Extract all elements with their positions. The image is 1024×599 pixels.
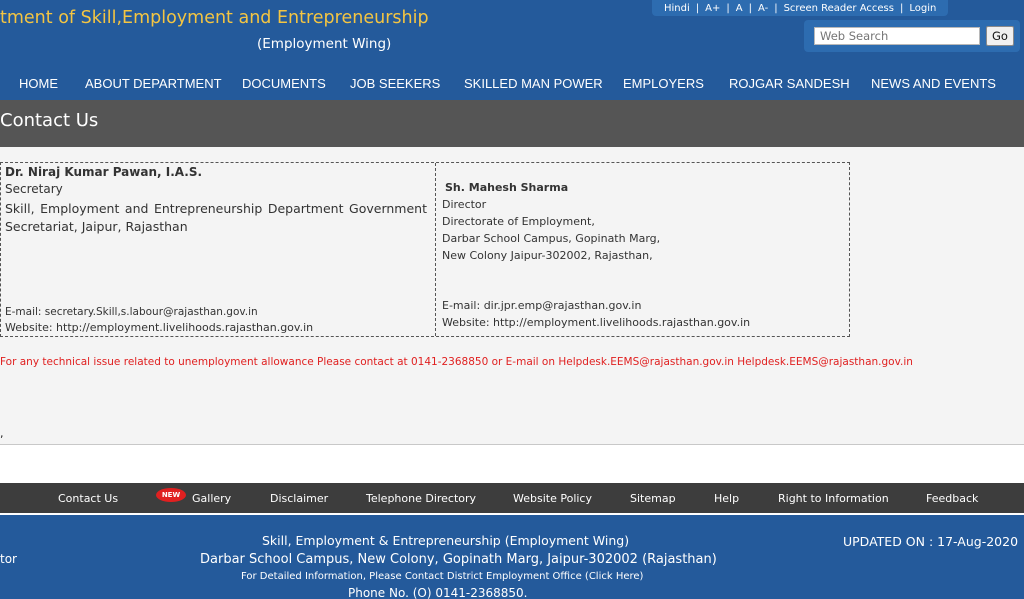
footer-telephone-directory[interactable]: Telephone Directory [366, 492, 476, 505]
contact-designation: Director [442, 198, 487, 211]
contact-divider [435, 163, 436, 336]
footer-left-fragment: tor [0, 552, 17, 566]
contact-card-secretary: Dr. Niraj Kumar Pawan, I.A.S. Secretary … [5, 163, 429, 336]
font-increase-link[interactable]: A+ [699, 3, 726, 14]
contact-card-director: Sh. Mahesh Sharma Director Directorate o… [442, 163, 842, 336]
nav-documents[interactable]: DOCUMENTS [242, 76, 326, 91]
contact-address-line: New Colony Jaipur-302002, Rajasthan, [442, 249, 653, 262]
stray-mark: , [0, 427, 4, 440]
contacts-table: Dr. Niraj Kumar Pawan, I.A.S. Secretary … [0, 162, 850, 337]
contact-designation: Secretary [5, 182, 63, 196]
main-content: Dr. Niraj Kumar Pawan, I.A.S. Secretary … [0, 147, 1024, 445]
nav-home[interactable]: HOME [19, 76, 58, 91]
search-input[interactable] [814, 27, 980, 45]
footer-org-name: Skill, Employment & Entrepreneurship (Em… [262, 533, 630, 548]
footer-address: Darbar School Campus, New Colony, Gopina… [200, 552, 717, 567]
contact-address-line: Darbar School Campus, Gopinath Marg, [442, 232, 661, 245]
nav-rojgar-sandesh[interactable]: ROJGAR SANDESH [729, 76, 850, 91]
hindi-link[interactable]: Hindi [658, 3, 696, 14]
contact-address-line: Directorate of Employment, [442, 215, 595, 228]
footer-sitemap[interactable]: Sitemap [630, 492, 676, 505]
new-badge-icon: NEW [156, 488, 186, 502]
footer-district-link[interactable]: For Detailed Information, Please Contact… [241, 571, 643, 582]
footer-links: Contact Us NEW Gallery Disclaimer Teleph… [0, 483, 1024, 513]
footer-feedback[interactable]: Feedback [926, 492, 978, 505]
helpdesk-notice: For any technical issue related to unemp… [0, 356, 913, 368]
contact-email: E-mail: dir.jpr.emp@rajasthan.gov.in [442, 299, 642, 312]
footer-phone: Phone No. (O) 0141-2368850. [348, 586, 528, 599]
footer-rti[interactable]: Right to Information [778, 492, 889, 505]
contact-address: Skill, Employment and Entrepreneurship D… [5, 201, 427, 234]
page-title: Contact Us [0, 110, 99, 131]
screen-reader-link[interactable]: Screen Reader Access [778, 3, 900, 14]
updated-on: UPDATED ON : 17-Aug-2020 [843, 534, 1019, 549]
main-nav: HOME ABOUT DEPARTMENT DOCUMENTS JOB SEEK… [0, 74, 1024, 94]
footer-contact-us[interactable]: Contact Us [58, 492, 118, 505]
footer-info: tor Skill, Employment & Entrepreneurship… [0, 515, 1024, 599]
search-box: Go [804, 20, 1020, 52]
contact-website: Website: http://employment.livelihoods.r… [5, 321, 314, 334]
footer-gallery[interactable]: Gallery [192, 492, 231, 505]
footer-disclaimer[interactable]: Disclaimer [270, 492, 328, 505]
nav-job-seekers[interactable]: JOB SEEKERS [350, 76, 440, 91]
contact-name: Sh. Mahesh Sharma [445, 181, 569, 194]
site-subtitle: (Employment Wing) [257, 36, 392, 52]
font-decrease-link[interactable]: A- [752, 3, 774, 14]
nav-news-and-events[interactable]: NEWS AND EVENTS [871, 76, 996, 91]
site-header: tment of Skill,Employment and Entreprene… [0, 0, 1024, 100]
title-band: Contact Us [0, 100, 1024, 147]
footer-website-policy[interactable]: Website Policy [513, 492, 592, 505]
footer-help[interactable]: Help [714, 492, 739, 505]
site-title: tment of Skill,Employment and Entreprene… [0, 8, 429, 28]
contact-email: E-mail: secretary.Skill,s.labour@rajasth… [5, 306, 258, 318]
font-normal-link[interactable]: A [730, 3, 749, 14]
login-link[interactable]: Login [903, 3, 942, 14]
contact-name: Dr. Niraj Kumar Pawan, I.A.S. [5, 165, 203, 179]
contact-website: Website: http://employment.livelihoods.r… [442, 316, 751, 329]
search-go-button[interactable]: Go [986, 26, 1014, 46]
nav-employers[interactable]: EMPLOYERS [623, 76, 704, 91]
accessibility-bar: Hindi | A+ | A | A- | Screen Reader Access | … [652, 0, 949, 16]
nav-skilled-man-power[interactable]: SKILLED MAN POWER [464, 76, 603, 91]
nav-about-department[interactable]: ABOUT DEPARTMENT [85, 76, 222, 91]
